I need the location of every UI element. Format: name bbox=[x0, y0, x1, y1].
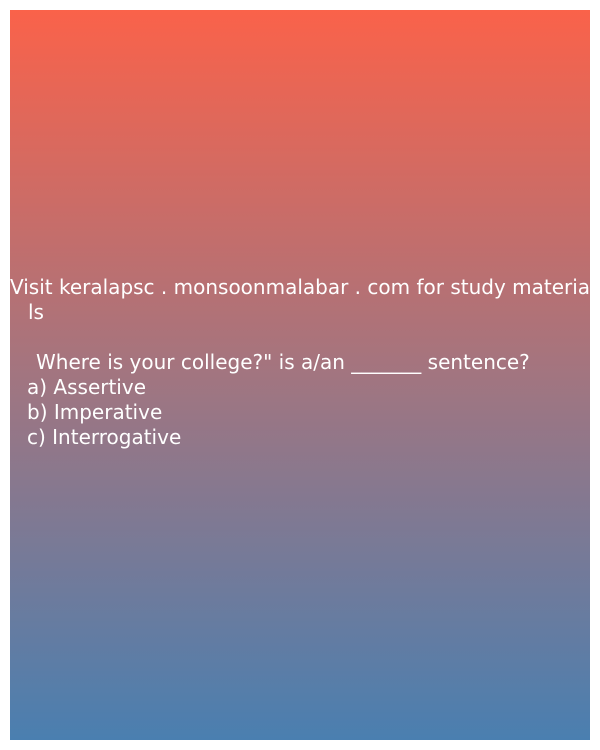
promo-line-1: Visit keralapsc . monsoonmalabar . com f… bbox=[10, 275, 590, 299]
option-a: a) Assertive bbox=[27, 375, 147, 399]
promo-line-2: ls bbox=[28, 300, 44, 324]
question-text: Where is your college?" is a/an _______ … bbox=[36, 350, 530, 374]
quiz-text-block: Visit keralapsc . monsoonmalabar . com f… bbox=[10, 275, 590, 450]
option-b: b) Imperative bbox=[27, 400, 163, 424]
option-c: c) Interrogative bbox=[27, 425, 182, 449]
quiz-card: Visit keralapsc . monsoonmalabar . com f… bbox=[10, 10, 590, 740]
